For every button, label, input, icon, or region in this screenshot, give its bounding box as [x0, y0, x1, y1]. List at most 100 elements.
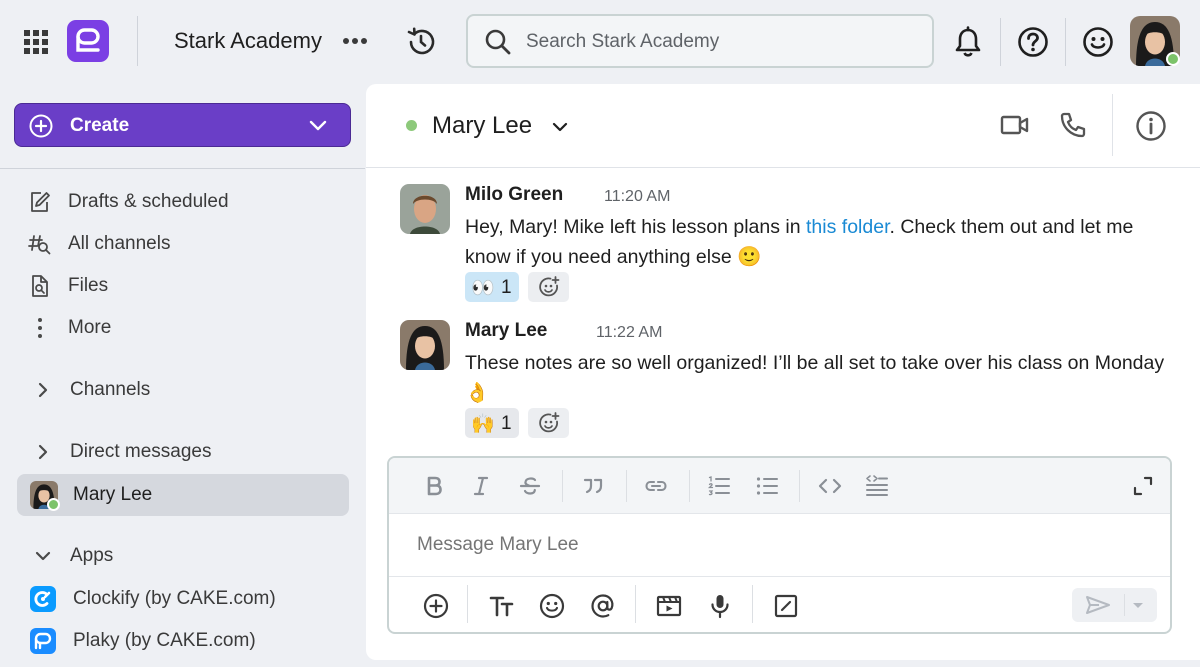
link-icon[interactable] — [644, 474, 668, 498]
avatar[interactable] — [400, 320, 450, 370]
add-reaction-icon — [539, 412, 560, 433]
reaction-count: 1 — [501, 413, 512, 434]
phone-call-icon[interactable] — [1059, 111, 1087, 139]
divider — [1000, 18, 1001, 66]
video-clip-icon[interactable] — [655, 592, 683, 620]
reaction-emoji: 👀 — [471, 278, 495, 299]
section-apps[interactable]: Apps — [28, 538, 348, 574]
clockify-icon — [30, 586, 56, 612]
divider — [137, 16, 138, 66]
section-direct-messages[interactable]: Direct messages — [28, 434, 348, 470]
sidebar-item-files[interactable]: Files — [22, 268, 352, 304]
search-bar[interactable] — [466, 14, 934, 68]
send-icon — [1086, 596, 1110, 614]
app-label: Clockify (by CAKE.com) — [73, 588, 276, 609]
apps-grid-icon[interactable] — [24, 30, 48, 54]
conversation-title[interactable]: Mary Lee — [432, 112, 532, 140]
status-emoji-icon[interactable] — [1082, 26, 1114, 58]
chevron-right-icon — [38, 382, 48, 398]
italic-icon[interactable] — [469, 474, 493, 498]
create-label: Create — [70, 115, 130, 136]
expand-icon[interactable] — [1131, 474, 1155, 498]
message-time: 11:22 AM — [596, 324, 663, 341]
app-logo[interactable] — [67, 20, 109, 62]
chevron-down-icon — [35, 551, 51, 561]
files-search-icon — [32, 275, 48, 297]
divider — [635, 585, 636, 623]
dm-label: Mary Lee — [73, 484, 153, 505]
mention-icon[interactable] — [589, 592, 617, 620]
workspace-name[interactable]: Stark Academy — [174, 28, 322, 54]
message: Mary Lee 11:22 AM These notes are so wel… — [400, 320, 1180, 440]
divider — [562, 470, 563, 502]
message-author[interactable]: Mary Lee — [465, 320, 547, 342]
code-icon[interactable] — [818, 474, 842, 498]
edit-draft-icon — [31, 192, 50, 212]
add-reaction-icon — [539, 276, 560, 297]
folder-link[interactable]: this folder — [806, 216, 889, 238]
section-label: Channels — [70, 379, 151, 400]
emoji-icon[interactable] — [538, 592, 566, 620]
add-reaction-button[interactable] — [528, 272, 569, 302]
divider — [1124, 594, 1125, 616]
quote-icon[interactable] — [581, 474, 605, 498]
sidebar-item-drafts[interactable]: Drafts & scheduled — [22, 184, 352, 220]
bullet-list-icon[interactable] — [755, 474, 779, 498]
sidebar-item-dm-mary-lee[interactable]: Mary Lee — [17, 474, 349, 516]
text-format-icon[interactable] — [488, 592, 516, 620]
message-text-part: Hey, Mary! Mike left his lesson plans in — [465, 216, 807, 238]
reaction-eyes[interactable]: 👀 1 — [465, 272, 519, 302]
plaky-icon — [30, 628, 56, 654]
strikethrough-icon[interactable] — [518, 474, 542, 498]
sidebar-item-label: Files — [68, 275, 109, 296]
divider — [626, 470, 627, 502]
search-input[interactable] — [526, 27, 916, 57]
code-block-icon[interactable] — [865, 474, 889, 498]
channels-search-icon — [28, 235, 51, 255]
history-icon[interactable] — [405, 26, 437, 58]
presence-dot — [406, 120, 417, 131]
sidebar-item-more[interactable]: More — [22, 310, 352, 346]
message-text: Hey, Mary! Mike left his lesson plans in… — [465, 212, 1175, 272]
divider — [1112, 94, 1113, 156]
sidebar-item-label: Drafts & scheduled — [68, 191, 229, 212]
send-button[interactable] — [1072, 588, 1157, 622]
divider — [467, 585, 468, 623]
message-text: These notes are so well organized! I’ll … — [465, 352, 1165, 404]
reaction-raised-hands[interactable]: 🙌 1 — [465, 408, 519, 438]
message-author[interactable]: Milo Green — [465, 184, 563, 206]
notifications-bell-icon[interactable] — [953, 26, 983, 58]
slash-command-icon[interactable] — [772, 592, 800, 620]
message-time: 11:20 AM — [604, 188, 671, 205]
conversation-header: Mary Lee — [366, 84, 1200, 168]
sidebar-divider — [0, 168, 365, 169]
sidebar-item-all-channels[interactable]: All channels — [22, 226, 352, 262]
video-call-icon[interactable] — [1000, 112, 1030, 138]
add-attachment-icon[interactable] — [422, 592, 450, 620]
caret-down-icon[interactable] — [1131, 601, 1145, 610]
conversation-panel: Mary Lee Milo Green 11:20 AM Hey, Mary! … — [366, 84, 1200, 660]
sidebar-item-clockify[interactable]: Clockify (by CAKE.com) — [30, 582, 350, 616]
chevron-down-icon[interactable] — [551, 120, 569, 134]
message-input[interactable] — [417, 534, 1017, 556]
add-reaction-button[interactable] — [528, 408, 569, 438]
section-channels[interactable]: Channels — [28, 372, 348, 408]
divider — [389, 576, 1170, 577]
sidebar-item-label: All channels — [68, 233, 171, 254]
online-status-badge — [47, 498, 60, 511]
sidebar-item-plaky[interactable]: Plaky (by CAKE.com) — [30, 624, 350, 658]
top-bar: Stark Academy — [0, 0, 1200, 84]
numbered-list-icon[interactable] — [707, 474, 731, 498]
avatar[interactable] — [400, 184, 450, 234]
search-icon — [485, 29, 511, 55]
chevron-down-icon[interactable] — [308, 117, 328, 135]
info-icon[interactable] — [1135, 110, 1167, 142]
divider — [689, 470, 690, 502]
create-button[interactable]: Create — [14, 103, 351, 147]
microphone-icon[interactable] — [706, 592, 734, 620]
bold-icon[interactable] — [422, 474, 446, 498]
avatar-photo — [400, 320, 450, 370]
more-vertical-icon — [38, 318, 42, 338]
help-icon[interactable] — [1017, 26, 1049, 58]
workspace-more-icon[interactable] — [342, 30, 368, 52]
